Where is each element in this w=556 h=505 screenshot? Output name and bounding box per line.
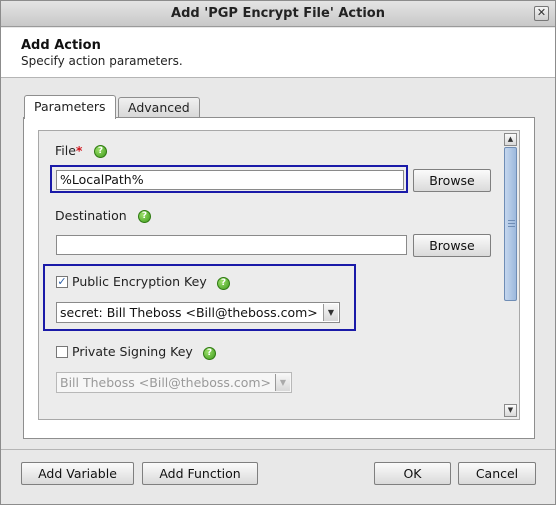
add-variable-button[interactable]: Add Variable xyxy=(21,462,134,485)
dialog-header: Add Action Specify action parameters. xyxy=(1,28,555,78)
help-icon[interactable]: ? xyxy=(217,277,230,290)
destination-input[interactable] xyxy=(56,235,407,255)
cancel-button[interactable]: Cancel xyxy=(458,462,536,485)
parameters-panel: File* ? %LocalPath% Browse Destination ?… xyxy=(23,117,535,439)
public-key-checkbox[interactable]: ✓ xyxy=(56,276,68,288)
header-subtitle: Specify action parameters. xyxy=(21,54,183,68)
file-label-text: File xyxy=(55,143,76,158)
tab-advanced[interactable]: Advanced xyxy=(118,97,200,117)
destination-label: Destination xyxy=(55,208,127,223)
file-label: File* xyxy=(55,143,82,158)
chevron-down-icon: ▼ xyxy=(275,374,290,391)
help-icon[interactable]: ? xyxy=(203,347,216,360)
parameters-scroll-area: File* ? %LocalPath% Browse Destination ?… xyxy=(38,130,520,420)
help-icon[interactable]: ? xyxy=(94,145,107,158)
private-key-select: Bill Theboss <Bill@theboss.com> ▼ xyxy=(56,372,292,393)
chevron-down-icon[interactable]: ▼ xyxy=(323,304,338,321)
destination-browse-button[interactable]: Browse xyxy=(413,234,491,257)
scrollbar-thumb[interactable] xyxy=(504,147,517,301)
scroll-down-icon[interactable]: ▼ xyxy=(504,404,517,417)
private-key-label: Private Signing Key xyxy=(72,344,193,359)
close-icon[interactable]: ✕ xyxy=(534,6,549,21)
private-key-checkbox[interactable] xyxy=(56,346,68,358)
help-icon[interactable]: ? xyxy=(138,210,151,223)
add-function-button[interactable]: Add Function xyxy=(142,462,258,485)
public-key-label: Public Encryption Key xyxy=(72,274,207,289)
vertical-scrollbar[interactable]: ▲ ▼ xyxy=(504,133,517,417)
ok-button[interactable]: OK xyxy=(374,462,451,485)
scroll-up-icon[interactable]: ▲ xyxy=(504,133,517,146)
public-key-select-value: secret: Bill Theboss <Bill@theboss.com> xyxy=(60,305,318,320)
public-key-select[interactable]: secret: Bill Theboss <Bill@theboss.com> … xyxy=(56,302,340,323)
private-key-select-value: Bill Theboss <Bill@theboss.com> xyxy=(60,375,272,390)
required-marker: * xyxy=(75,143,83,158)
window-title: Add 'PGP Encrypt File' Action xyxy=(171,6,385,21)
file-browse-button[interactable]: Browse xyxy=(413,169,491,192)
dialog-window: Add 'PGP Encrypt File' Action ✕ Add Acti… xyxy=(0,0,556,505)
header-title: Add Action xyxy=(21,38,101,53)
file-input[interactable]: %LocalPath% xyxy=(56,170,404,190)
title-bar: Add 'PGP Encrypt File' Action ✕ xyxy=(1,1,555,27)
footer-divider xyxy=(1,449,555,450)
tab-parameters[interactable]: Parameters xyxy=(24,95,116,119)
